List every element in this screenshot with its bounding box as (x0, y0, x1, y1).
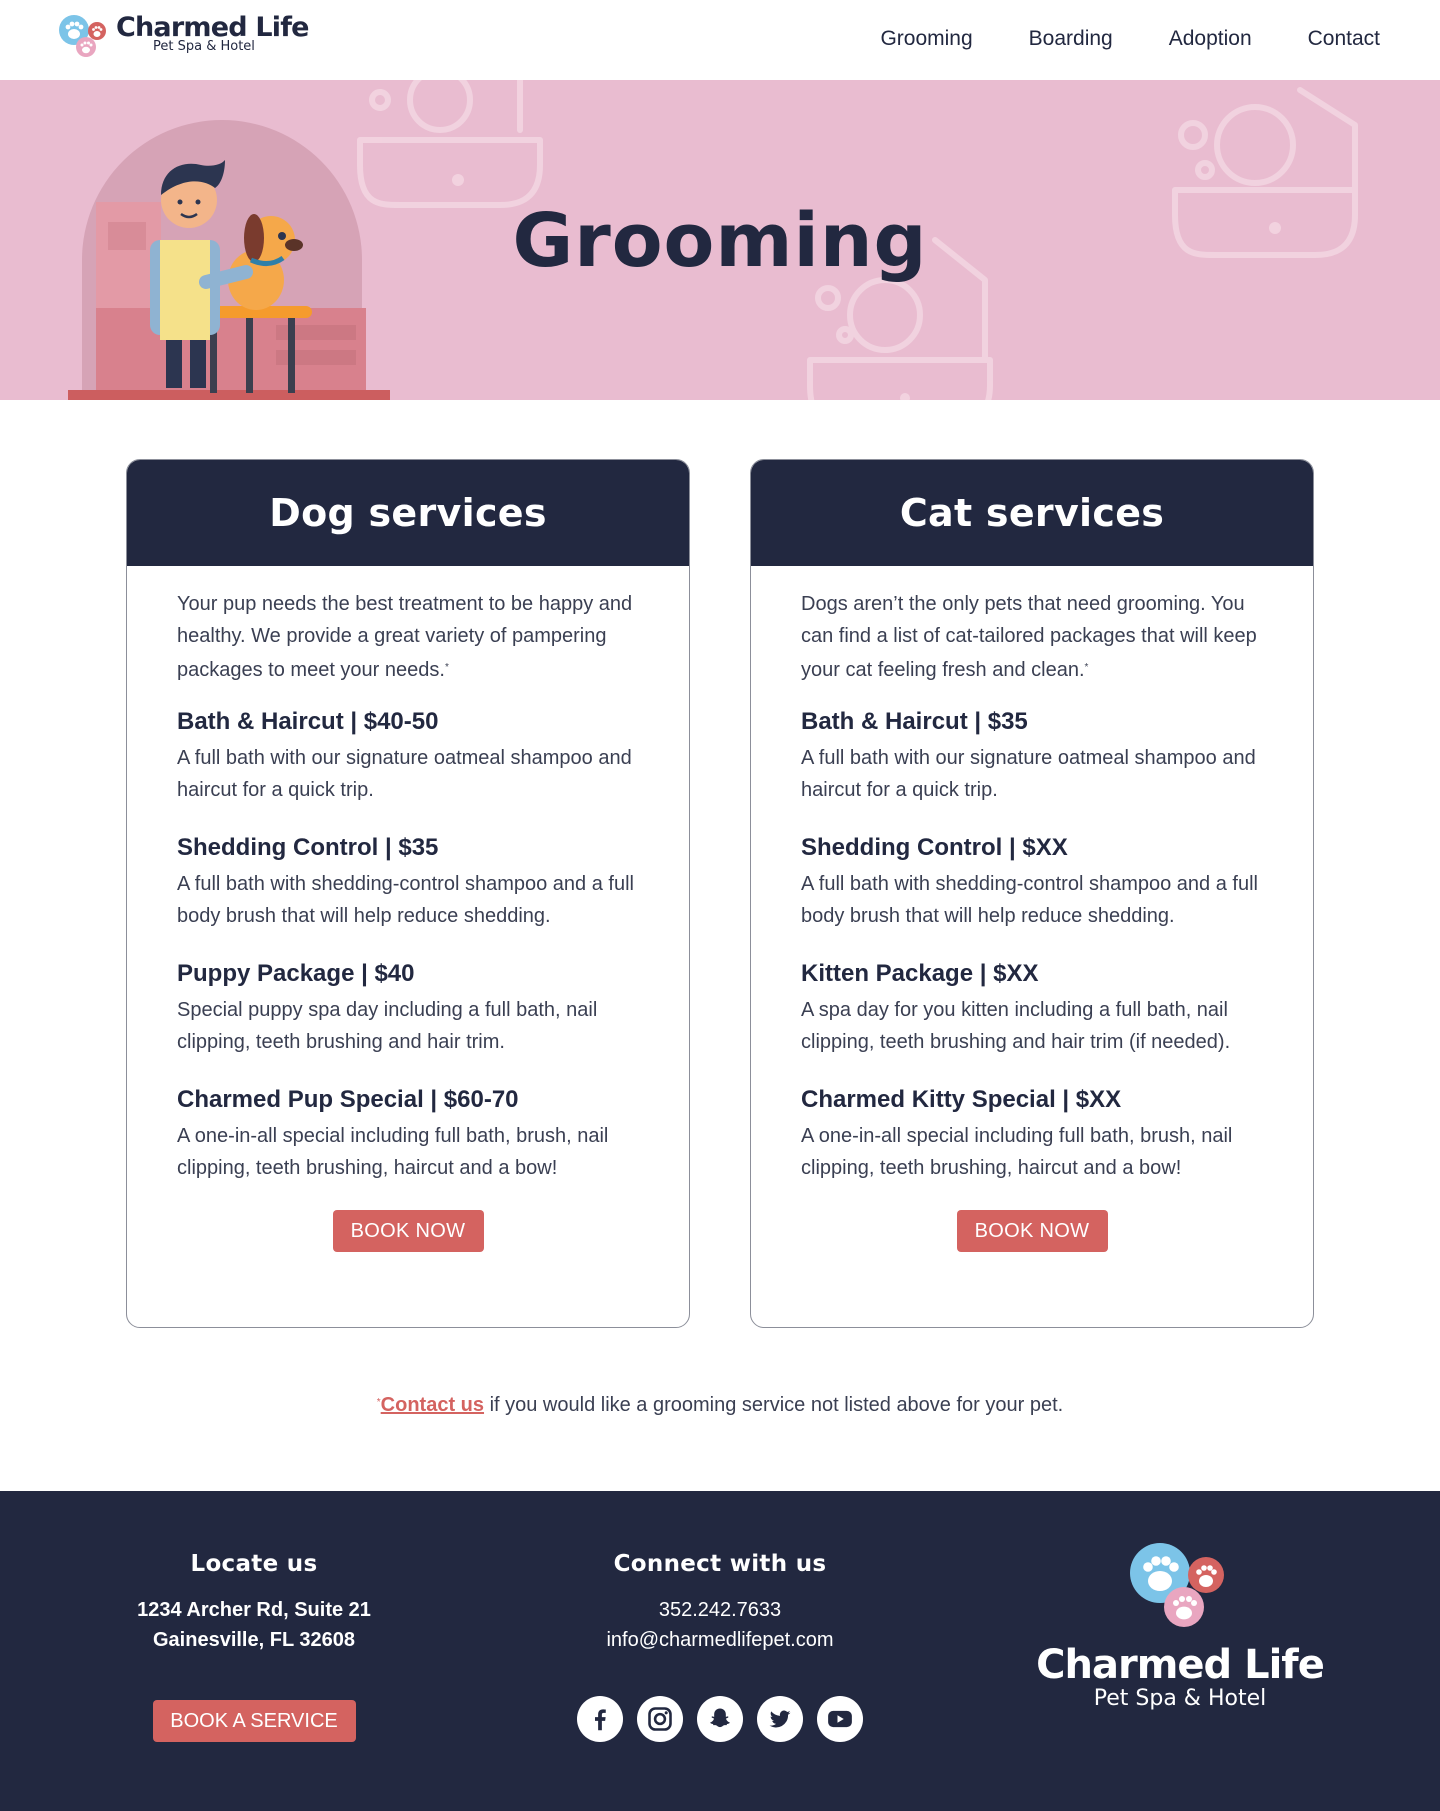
address-line-1: 1234 Archer Rd, Suite 21 (137, 1599, 371, 1621)
cat-services-header: Cat services (751, 460, 1313, 566)
service-description: A full bath with our signature oatmeal s… (177, 747, 632, 801)
service-item: Kitten Package | $XX A spa day for you k… (801, 958, 1263, 1058)
instagram-icon[interactable] (637, 1696, 683, 1742)
service-description: Special puppy spa day including a full b… (177, 999, 598, 1053)
address-line-2: Gainesville, FL 32608 (153, 1629, 355, 1651)
service-title: Kitten Package | $XX (801, 960, 1039, 987)
footer-brand-tagline: Pet Spa & Hotel (1093, 1686, 1267, 1711)
nav-item-contact[interactable]: Contact (1308, 22, 1380, 56)
dog-intro: Your pup needs the best treatment to be … (177, 593, 633, 681)
service-title: Charmed Kitty Special | $XX (801, 1086, 1122, 1113)
service-description: A full bath with shedding-control shampo… (177, 873, 634, 927)
footer-brand-name: Charmed Life (1036, 1642, 1325, 1688)
book-a-service-button[interactable]: BOOK A SERVICE (152, 1700, 356, 1742)
nav-item-adoption[interactable]: Adoption (1169, 22, 1252, 56)
note-text: if you would like a grooming service not… (484, 1394, 1064, 1416)
locate-heading: Locate us (190, 1551, 318, 1577)
cat-intro: Dogs aren’t the only pets that need groo… (801, 593, 1257, 681)
service-item: Bath & Haircut | $40-50 A full bath with… (177, 706, 639, 806)
dog-book-now-button[interactable]: BOOK NOW (332, 1210, 484, 1252)
service-title: Shedding Control | $XX (801, 834, 1068, 861)
footer-connect: Connect with us 352.242.7633 info@charme… (570, 1551, 870, 1742)
top-navbar: Charmed Life Pet Spa & Hotel Grooming Bo… (0, 0, 1440, 80)
service-item: Shedding Control | $35 A full bath with … (177, 832, 639, 932)
service-description: A one-in-all special including full bath… (801, 1125, 1233, 1179)
footnote-mark: * (1084, 662, 1089, 673)
connect-heading: Connect with us (613, 1551, 827, 1577)
service-description: A full bath with our signature oatmeal s… (801, 747, 1256, 801)
custom-service-note: *Contact us if you would like a grooming… (0, 1394, 1440, 1417)
service-item: Shedding Control | $XX A full bath with … (801, 832, 1263, 932)
dog-services-card: Dog services Your pup needs the best tre… (126, 459, 690, 1328)
social-links (570, 1696, 870, 1742)
footnote-mark: * (444, 662, 449, 673)
service-title: Charmed Pup Special | $60-70 (177, 1086, 519, 1113)
service-description: A one-in-all special including full bath… (177, 1125, 609, 1179)
main-nav: Grooming Boarding Adoption Contact (880, 22, 1380, 56)
service-item: Charmed Kitty Special | $XX A one-in-all… (801, 1084, 1263, 1184)
facebook-icon[interactable] (577, 1696, 623, 1742)
dog-services-header: Dog services (127, 460, 689, 566)
cat-book-now-button[interactable]: BOOK NOW (956, 1210, 1108, 1252)
service-description: A full bath with shedding-control shampo… (801, 873, 1258, 927)
phone-number[interactable]: 352.242.7633 (570, 1595, 870, 1625)
hero-banner: Grooming (0, 80, 1440, 400)
contact-us-link[interactable]: Contact us (381, 1394, 484, 1416)
brand-logo[interactable]: Charmed Life Pet Spa & Hotel (58, 13, 309, 63)
service-title: Shedding Control | $35 (177, 834, 439, 861)
service-title: Bath & Haircut | $35 (801, 708, 1028, 735)
footer-logo[interactable]: Charmed Life Pet Spa & Hotel (1030, 1539, 1330, 1711)
dog-services-heading: Dog services (269, 491, 547, 535)
service-item: Bath & Haircut | $35 A full bath with ou… (801, 706, 1263, 806)
twitter-icon[interactable] (757, 1696, 803, 1742)
youtube-icon[interactable] (817, 1696, 863, 1742)
cat-services-heading: Cat services (899, 491, 1165, 535)
service-item: Puppy Package | $40 Special puppy spa da… (177, 958, 639, 1058)
footer-locate: Locate us 1234 Archer Rd, Suite 21 Gaine… (104, 1551, 404, 1742)
service-description: A spa day for you kitten including a ful… (801, 999, 1231, 1053)
snapchat-icon[interactable] (697, 1696, 743, 1742)
paw-logo-icon (1130, 1543, 1224, 1627)
nav-item-grooming[interactable]: Grooming (880, 22, 972, 56)
paw-logo-icon (59, 15, 106, 57)
service-title: Bath & Haircut | $40-50 (177, 708, 439, 735)
site-footer: Locate us 1234 Archer Rd, Suite 21 Gaine… (0, 1491, 1440, 1811)
nav-item-boarding[interactable]: Boarding (1029, 22, 1113, 56)
cat-services-card: Cat services Dogs aren’t the only pets t… (750, 459, 1314, 1328)
page-title: Grooming (512, 198, 928, 284)
service-item: Charmed Pup Special | $60-70 A one-in-al… (177, 1084, 639, 1184)
email-address[interactable]: info@charmedlifepet.com (570, 1625, 870, 1655)
service-title: Puppy Package | $40 (177, 960, 415, 987)
